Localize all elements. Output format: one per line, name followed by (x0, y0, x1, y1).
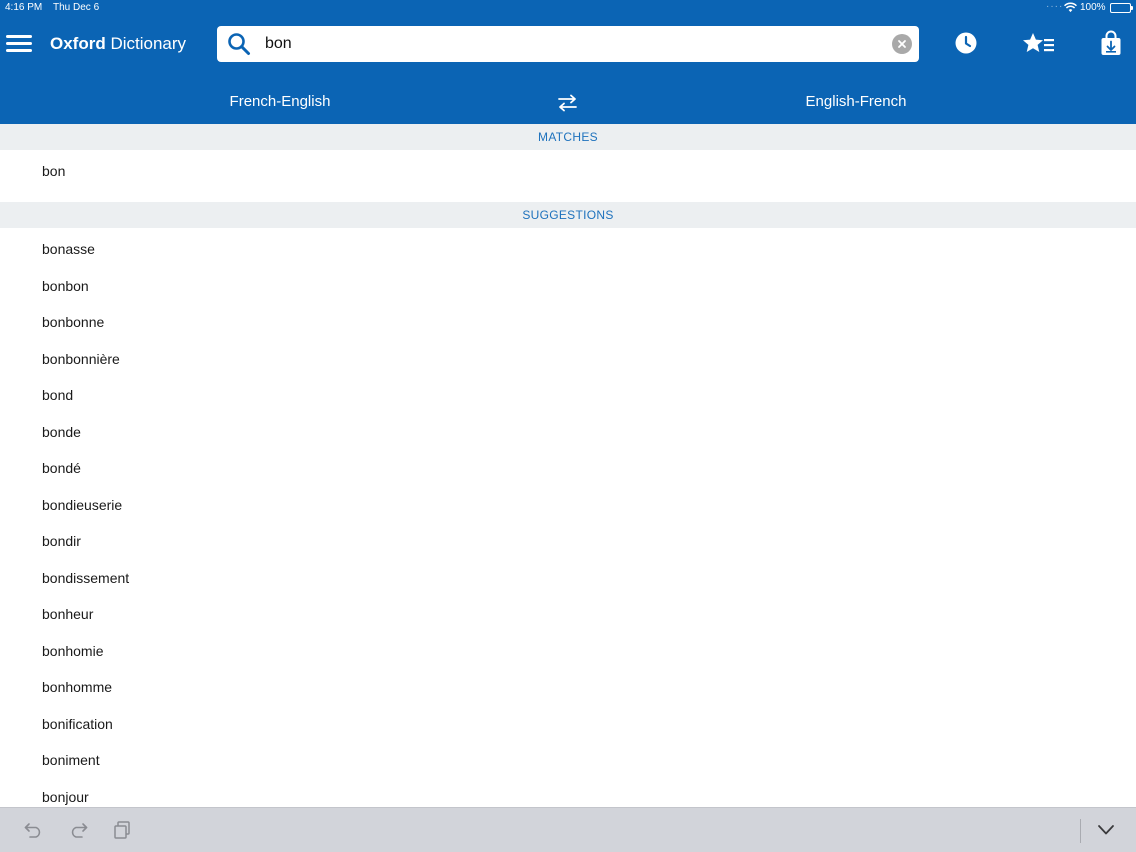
suggestion-word: boniment (42, 752, 100, 768)
battery-percentage: 100% (1080, 2, 1106, 13)
suggestion-row[interactable]: bonbon (0, 268, 1136, 304)
suggestion-word: bondissement (42, 569, 130, 586)
shopping-bag-download-icon[interactable] (1100, 30, 1122, 56)
matches-section-header: MATCHES (0, 124, 1136, 150)
suggestion-row[interactable]: bond (0, 377, 1136, 413)
suggestion-row[interactable]: bonbonne (0, 304, 1136, 340)
language-english-french-tab[interactable]: English-French (736, 93, 976, 110)
suggestion-row[interactable]: bonasse (0, 231, 1136, 267)
signal-dots-icon: ···· (1046, 1, 1064, 12)
suggestion-word: bonbonne (42, 314, 105, 330)
suggestion-row[interactable]: boniment (0, 742, 1136, 778)
app-title-brand: Oxford (50, 34, 106, 53)
suggestion-row[interactable]: bonhomme (0, 669, 1136, 705)
search-box[interactable] (217, 26, 919, 62)
suggestion-word: bonjour (42, 788, 89, 805)
suggestion-word: bonhomme (42, 679, 113, 695)
suggestion-word: bonbonnière (42, 350, 120, 367)
suggestion-row[interactable]: bonhomie (0, 633, 1136, 669)
suggestion-row[interactable]: bondieuserie (0, 487, 1136, 523)
language-french-english-tab[interactable]: French-English (160, 93, 400, 110)
redo-icon[interactable] (68, 822, 88, 838)
suggestion-word: bond (42, 387, 74, 403)
keyboard-accessory-bar (0, 807, 1136, 852)
suggestion-row[interactable]: bonde (0, 414, 1136, 450)
app-header: 4:16 PM Thu Dec 6 ···· 100% Oxford Dicti… (0, 0, 1136, 124)
status-time: 4:16 PM (5, 2, 43, 13)
match-row[interactable]: bon (0, 153, 1136, 189)
battery-icon (1110, 3, 1133, 13)
keyboard-bar-divider (1080, 819, 1081, 843)
status-date: Thu Dec 6 (53, 2, 100, 13)
paste-icon[interactable] (113, 821, 131, 839)
suggestion-row[interactable]: bondissement (0, 560, 1136, 596)
swap-arrows-icon[interactable] (557, 94, 578, 112)
suggestion-row[interactable]: bondir (0, 523, 1136, 559)
suggestion-word: bondé (42, 460, 81, 476)
search-input[interactable] (265, 30, 885, 58)
suggestion-row[interactable]: bondé (0, 450, 1136, 486)
match-word: bon (42, 163, 66, 179)
suggestion-word: bondieuserie (42, 496, 123, 513)
magnifier-icon (228, 33, 250, 55)
suggestion-word: bonasse (42, 241, 95, 257)
wifi-icon (1064, 2, 1077, 13)
suggestion-row[interactable]: bonheur (0, 596, 1136, 632)
undo-icon[interactable] (24, 822, 44, 838)
clock-icon[interactable] (955, 32, 977, 54)
suggestion-word: bonbon (42, 277, 89, 294)
status-bar: 4:16 PM Thu Dec 6 ···· 100% (0, 0, 1136, 16)
star-list-icon[interactable] (1022, 32, 1056, 54)
suggestions-section-header: SUGGESTIONS (0, 202, 1136, 228)
suggestion-word: bonhomie (42, 642, 104, 659)
suggestion-word: bonde (42, 423, 81, 440)
chevron-down-icon[interactable] (1097, 824, 1115, 836)
suggestion-row[interactable]: bonification (0, 706, 1136, 742)
suggestion-row[interactable]: bonbonnière (0, 341, 1136, 377)
app-title: Oxford Dictionary (50, 34, 186, 54)
hamburger-menu-icon[interactable] (6, 33, 32, 55)
app-title-suffix: Dictionary (105, 34, 187, 53)
suggestion-word: bonification (42, 715, 113, 732)
suggestion-word: bonheur (42, 606, 94, 622)
clear-x-icon[interactable] (892, 34, 912, 54)
dictionary-app: 4:16 PM Thu Dec 6 ···· 100% Oxford Dicti… (0, 0, 1136, 852)
suggestion-word: bondir (42, 533, 81, 549)
